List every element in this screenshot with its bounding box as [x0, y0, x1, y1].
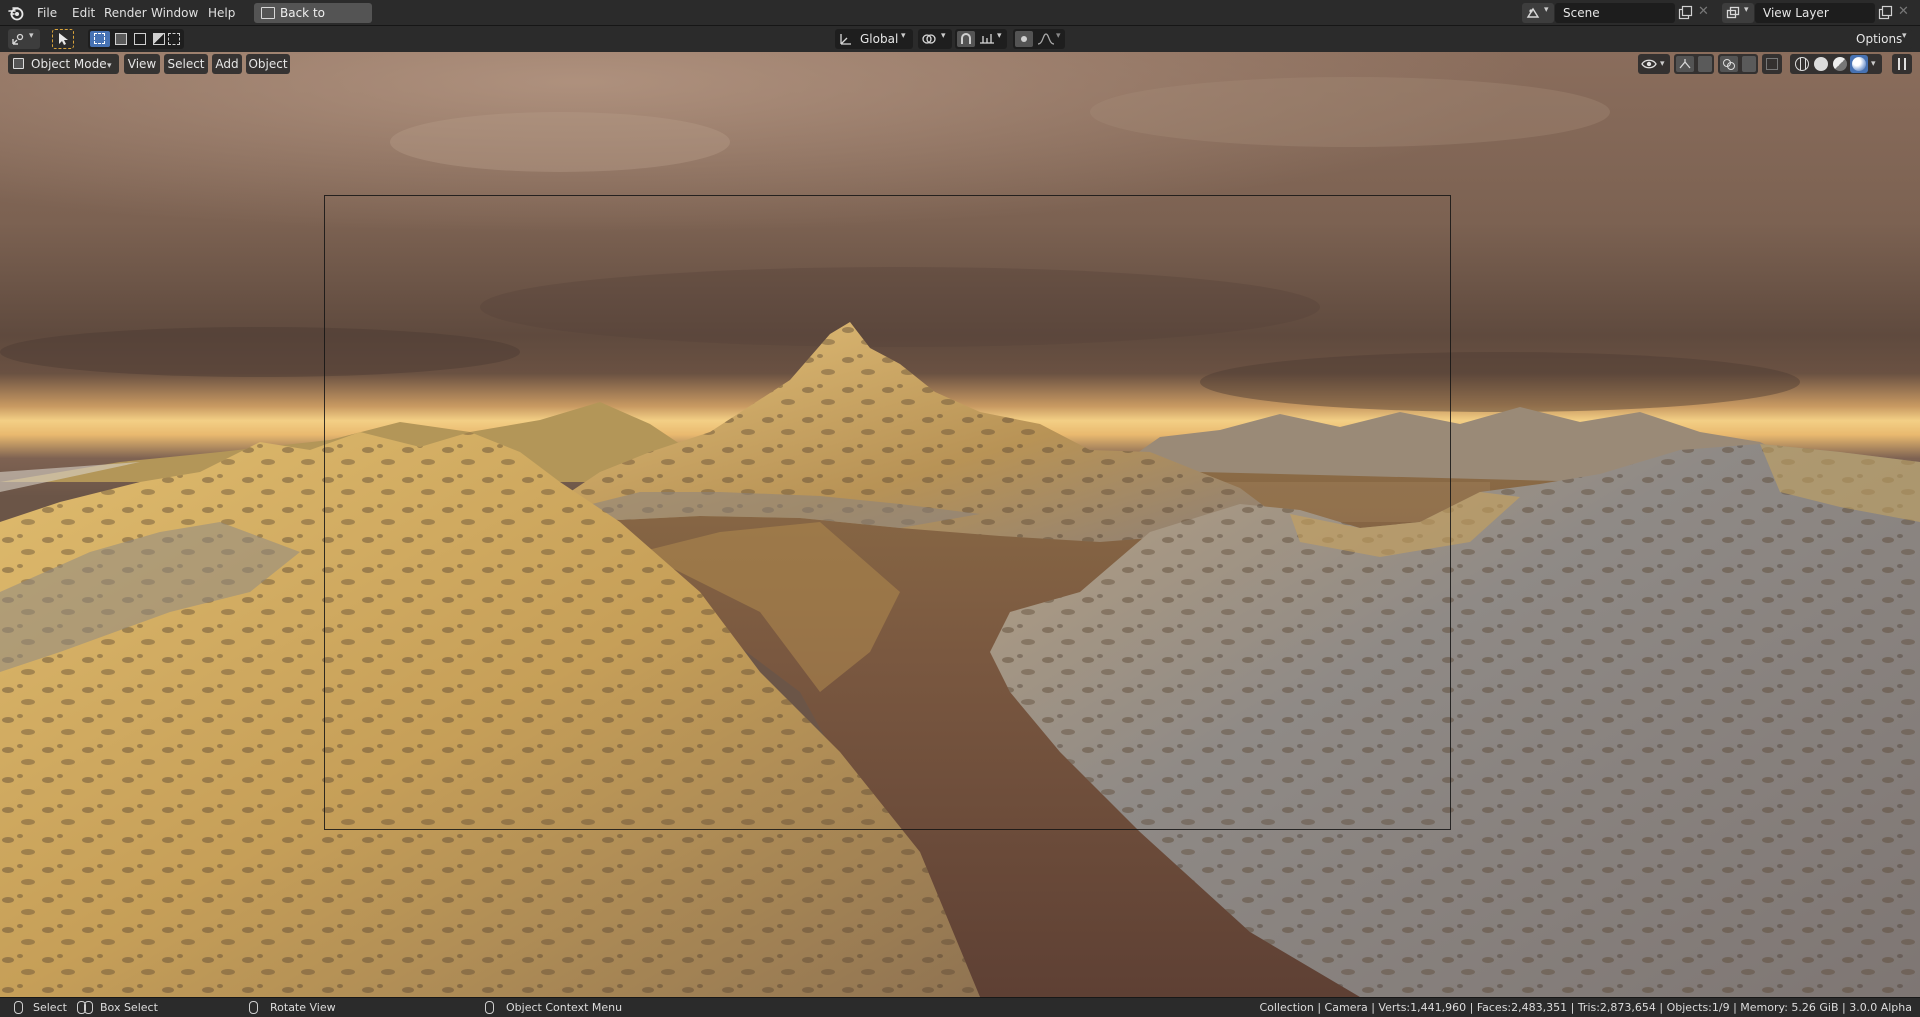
object-context-menu-hint: Object Context Menu	[506, 1001, 623, 1014]
menu-help[interactable]: Help	[204, 4, 239, 22]
chevron-down-icon: ▾	[901, 31, 906, 41]
falloff-curve-icon[interactable]	[1037, 32, 1055, 46]
delete-view-layer-icon[interactable]: ✕	[1898, 4, 1909, 19]
rendered-shading-icon[interactable]	[1850, 55, 1868, 73]
chevron-down-icon: ▾	[107, 61, 112, 71]
mouse-left-drag-icon	[84, 1001, 93, 1014]
new-view-layer-icon[interactable]	[1877, 5, 1893, 21]
camera-frame-border	[324, 195, 1451, 830]
xray-toggle-button[interactable]	[1762, 54, 1782, 74]
chevron-down-icon: ▾	[1660, 59, 1665, 69]
chevron-down-icon: ▾	[1902, 31, 1907, 41]
axis-icon	[840, 34, 851, 45]
tool-settings-bar: ▾ Global ▾ ▾ ▾ ▾ Options ▾	[0, 26, 1920, 52]
chevron-down-icon: ▾	[1744, 5, 1749, 15]
scene-statistics: Collection | Camera | Verts:1,441,960 | …	[1259, 1001, 1912, 1014]
chevron-down-icon: ▾	[1056, 31, 1061, 41]
snapping-group: ▾	[955, 29, 1007, 49]
solid-shading-icon[interactable]	[1814, 57, 1828, 71]
snap-increment-icon[interactable]	[979, 32, 995, 46]
xray-icon	[1766, 58, 1778, 70]
scene-icon	[1526, 7, 1540, 18]
rotate-view-hint: Rotate View	[270, 1001, 336, 1014]
mouse-left-click-icon	[14, 1001, 23, 1014]
chevron-down-icon: ▾	[1544, 5, 1549, 15]
wireframe-shading-icon[interactable]	[1795, 57, 1809, 71]
visibility-dropdown[interactable]: ▾	[1638, 54, 1670, 74]
material-preview-shading-icon[interactable]	[1833, 57, 1847, 71]
new-scene-icon[interactable]	[1677, 5, 1693, 21]
select-menu[interactable]: Select	[164, 54, 208, 74]
transform-orientation-dropdown[interactable]: Global ▾	[835, 29, 913, 49]
snap-toggle-icon[interactable]	[957, 31, 975, 47]
overlays-toggle-group	[1718, 54, 1758, 74]
shading-mode-group: ▾	[1790, 54, 1882, 74]
chevron-down-icon: ▾	[997, 31, 1002, 41]
editor-type-button[interactable]: ▾	[8, 29, 40, 49]
object-mode-icon	[13, 58, 24, 69]
view-menu[interactable]: View	[124, 54, 160, 74]
screen-icon	[261, 7, 275, 19]
chevron-down-icon: ▾	[1871, 59, 1876, 69]
proportional-editing-icon[interactable]	[1015, 31, 1033, 47]
options-label: Options	[1856, 32, 1903, 46]
menu-file[interactable]: File	[33, 4, 61, 22]
add-menu[interactable]: Add	[212, 54, 242, 74]
object-menu[interactable]: Object	[246, 54, 290, 74]
overlays-dropdown-icon[interactable]	[1742, 56, 1756, 72]
gizmo-toggle-group	[1674, 54, 1714, 74]
proportional-editing-group: ▾	[1013, 29, 1065, 49]
back-to-previous-button[interactable]: Back to Previous	[254, 3, 372, 40]
scene-name-field[interactable]: Scene	[1555, 3, 1675, 23]
pivot-point-dropdown[interactable]: ▾	[918, 29, 952, 49]
mouse-middle-click-icon	[249, 1001, 258, 1014]
select-extend-icon[interactable]	[115, 33, 127, 45]
select-hint: Select	[33, 1001, 67, 1014]
scene-browse-button[interactable]: ▾	[1522, 3, 1554, 23]
menu-window[interactable]: Window	[147, 4, 202, 22]
select-invert-icon[interactable]	[153, 33, 165, 45]
select-intersect-icon[interactable]	[168, 33, 180, 45]
blender-logo-icon[interactable]	[8, 5, 24, 21]
object-mode-label: Object Mode	[31, 57, 107, 71]
view-layer-icon	[1726, 6, 1740, 19]
options-dropdown[interactable]: Options ▾	[1850, 29, 1912, 49]
active-tool-select-button[interactable]	[52, 29, 74, 49]
status-bar: Select Box Select Rotate View Object Con…	[0, 997, 1920, 1017]
select-new-icon[interactable]	[90, 31, 110, 47]
menu-edit[interactable]: Edit	[68, 4, 99, 22]
pause-icon	[1898, 58, 1906, 70]
pause-render-button[interactable]	[1892, 54, 1912, 74]
gizmo-icon[interactable]	[1676, 56, 1694, 72]
gizmo-dropdown-icon[interactable]	[1698, 56, 1712, 72]
view-layer-browse-button[interactable]: ▾	[1722, 3, 1754, 23]
eye-icon	[1641, 59, 1657, 69]
selection-mode-group	[88, 29, 184, 49]
top-menu-bar: File Edit Render Window Help Back to Pre…	[0, 0, 1920, 40]
3d-viewport[interactable]: Object Mode ▾ View Select Add Object ▾ ▾	[0, 52, 1920, 997]
overlays-icon[interactable]	[1720, 56, 1738, 72]
view-layer-name-field[interactable]: View Layer	[1755, 3, 1875, 23]
chevron-down-icon: ▾	[941, 31, 946, 41]
3d-viewport-icon	[12, 33, 24, 45]
pivot-point-icon	[922, 34, 936, 44]
chevron-down-icon: ▾	[29, 31, 34, 41]
transform-orientation-label: Global	[860, 32, 899, 46]
select-subtract-icon[interactable]	[134, 33, 146, 45]
cursor-arrow-icon	[59, 33, 68, 45]
box-select-hint: Box Select	[100, 1001, 158, 1014]
object-mode-dropdown[interactable]: Object Mode ▾	[8, 54, 119, 74]
menu-render[interactable]: Render	[100, 4, 151, 22]
mouse-right-click-icon	[485, 1001, 494, 1014]
delete-scene-icon[interactable]: ✕	[1698, 4, 1709, 19]
